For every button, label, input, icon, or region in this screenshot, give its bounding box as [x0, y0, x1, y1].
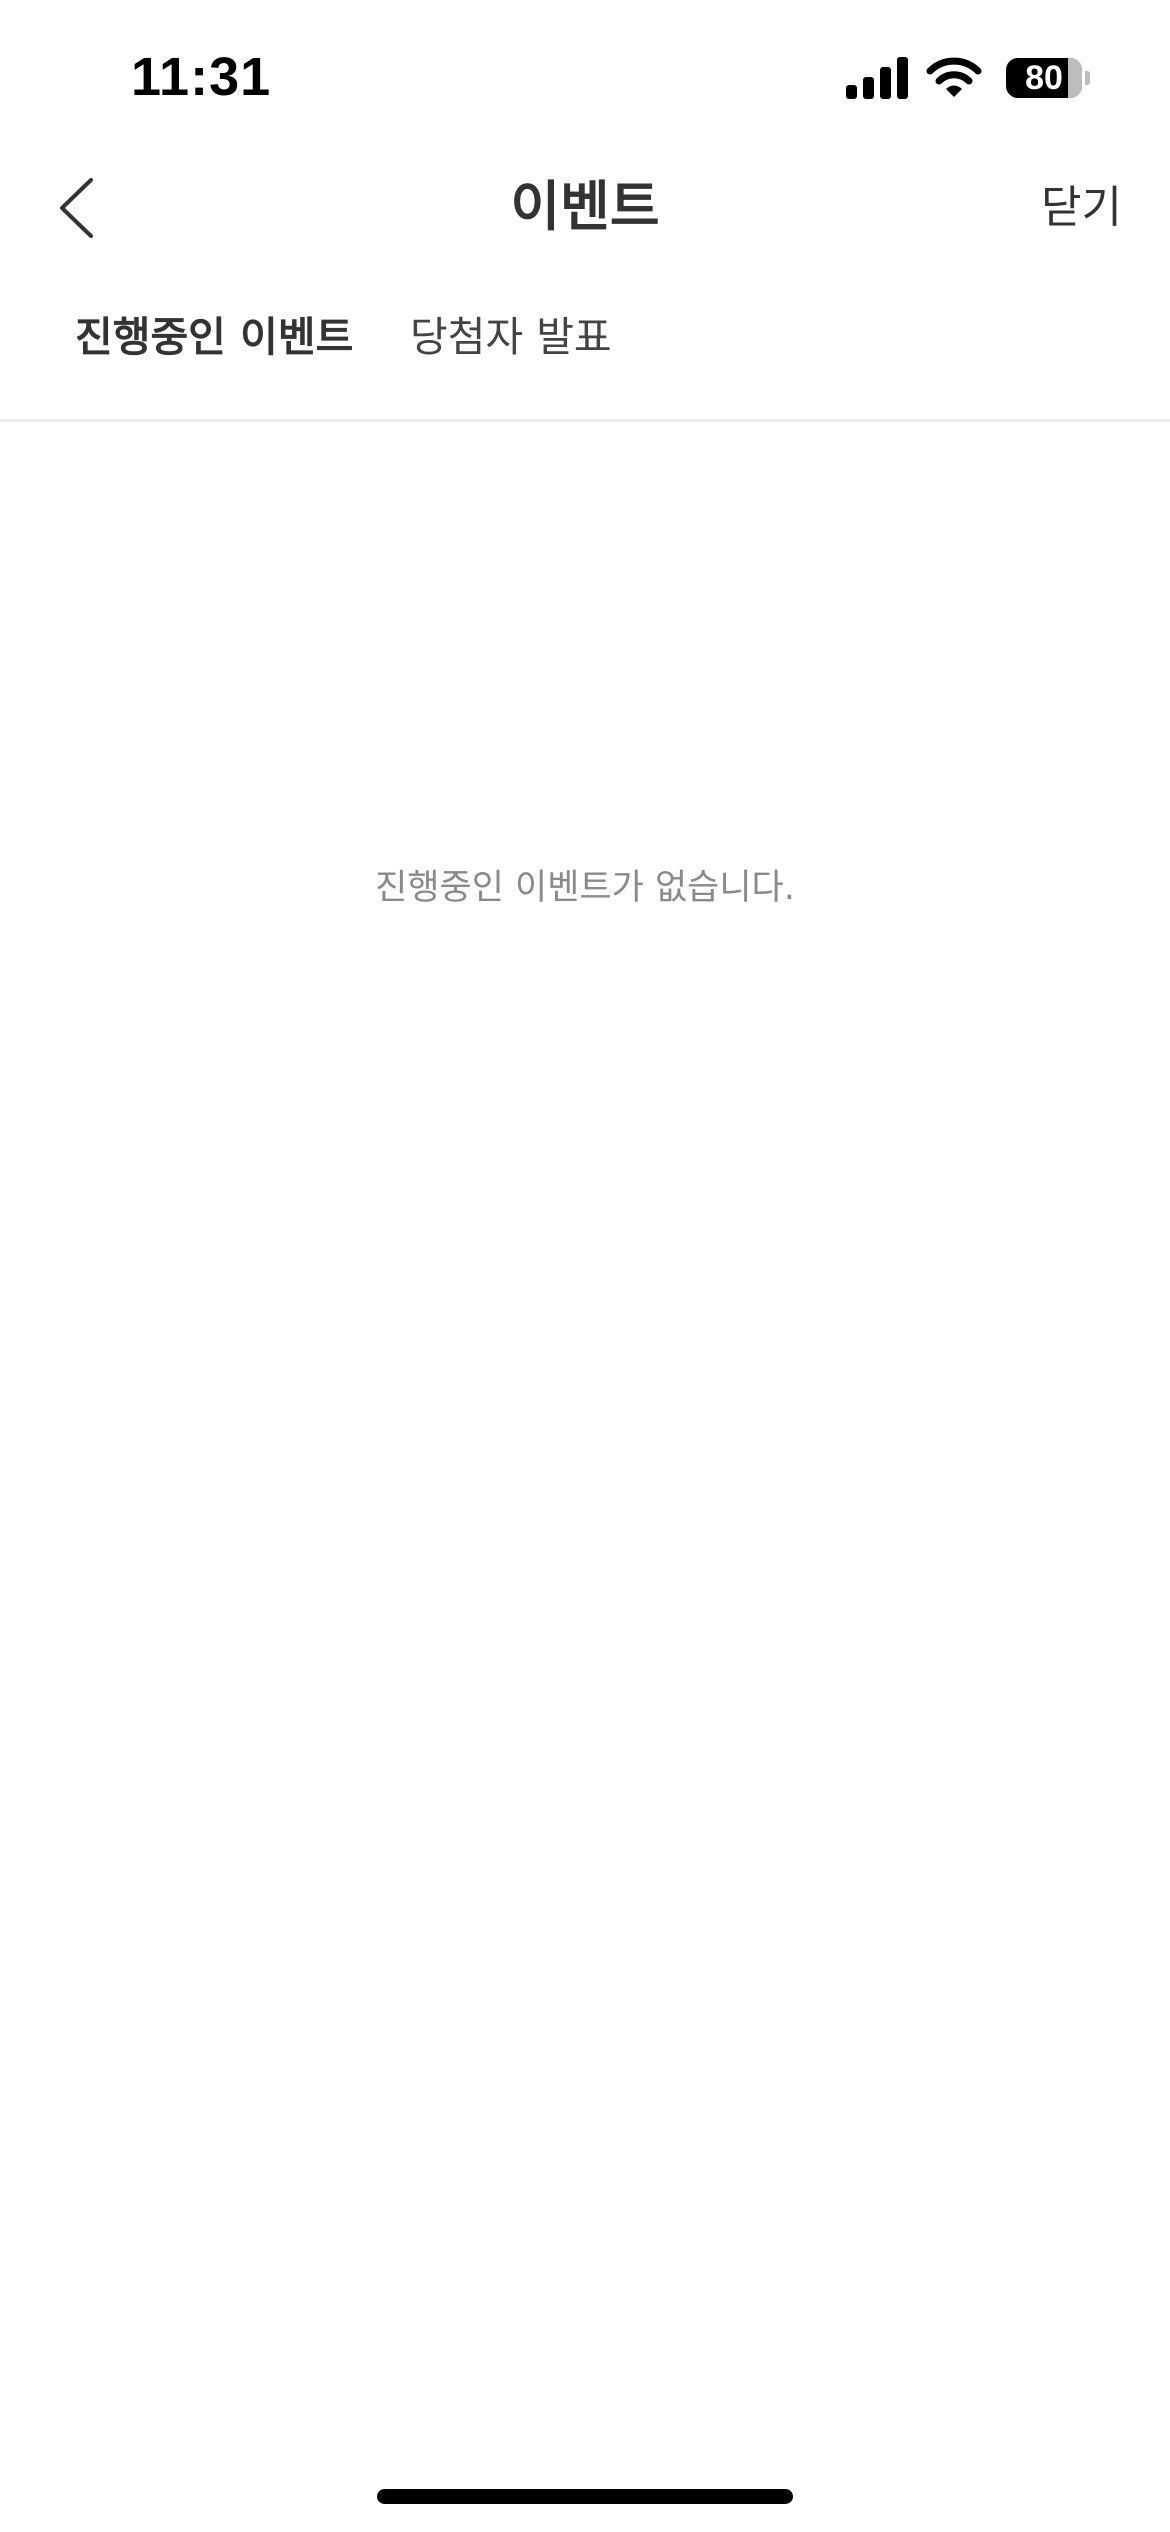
- battery-body: 80: [1006, 58, 1082, 98]
- cellular-signal-icon: [846, 57, 908, 99]
- status-time: 11:31: [131, 47, 272, 107]
- status-bar: 11:31 80: [0, 0, 1170, 150]
- tab-bar: 진행중인 이벤트 당첨자 발표: [0, 265, 1170, 422]
- page-title: 이벤트: [510, 175, 660, 238]
- battery-cap: [1085, 71, 1090, 85]
- home-indicator[interactable]: [377, 2489, 793, 2504]
- back-button[interactable]: [40, 170, 112, 246]
- wifi-icon: [926, 57, 982, 97]
- nav-header: 이벤트 닫기: [0, 150, 1170, 265]
- battery-level: 80: [1025, 59, 1063, 97]
- close-button[interactable]: 닫기: [1041, 176, 1122, 240]
- battery-icon: 80: [1006, 57, 1090, 99]
- tab-ongoing-events[interactable]: 진행중인 이벤트: [75, 305, 353, 369]
- chevron-left-icon: [60, 178, 93, 238]
- status-icons: 80: [846, 48, 1090, 108]
- empty-state-message: 진행중인 이벤트가 없습니다.: [375, 868, 795, 908]
- tab-winner-announcement[interactable]: 당첨자 발표: [410, 305, 612, 369]
